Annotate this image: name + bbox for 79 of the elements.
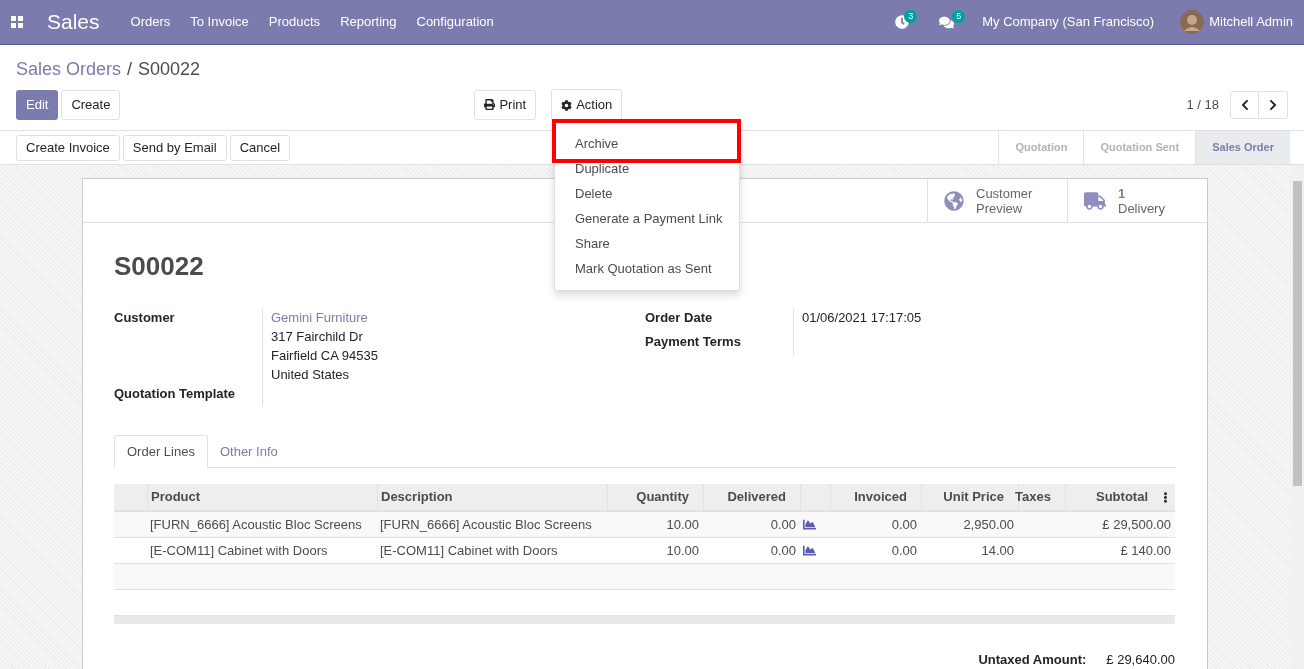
dropdown-item[interactable]: Share xyxy=(555,231,739,256)
gear-icon xyxy=(561,99,573,111)
dropdown-item[interactable]: Delete xyxy=(555,181,739,206)
header-button[interactable]: Send by Email xyxy=(122,134,227,161)
dropdown-item[interactable]: Generate a Payment Link xyxy=(555,206,739,231)
header-button[interactable]: Create Invoice xyxy=(16,134,120,161)
field-value: 01/06/2021 17:17:05 xyxy=(802,310,922,325)
table-cell-text: 10.00 xyxy=(665,515,700,534)
table-cell-text: 0.00 xyxy=(890,515,918,534)
create-button[interactable]: Create xyxy=(61,89,121,120)
smart-button-label: Preview xyxy=(976,200,1024,216)
notebook-tab[interactable]: Other Info xyxy=(207,435,290,468)
table-cell-text: [FURN_6666] Acoustic Bloc Screens xyxy=(149,515,363,534)
smart-button[interactable]: Customer Preview xyxy=(927,179,1067,222)
smart-button-label: Delivery xyxy=(1118,200,1165,216)
forecast-chart-icon[interactable] xyxy=(803,544,816,557)
column-header[interactable]: Invoiced xyxy=(830,484,921,510)
column-header[interactable]: Description xyxy=(377,484,607,510)
activity-badge: 3 xyxy=(904,10,918,23)
customer-link[interactable]: Gemini Furniture xyxy=(271,308,378,327)
column-header[interactable]: Delivered xyxy=(703,484,800,510)
address-line: Fairfield CA 94535 xyxy=(271,347,378,365)
address-line: 317 Fairchild Dr xyxy=(271,328,364,346)
truck-icon xyxy=(1084,189,1106,212)
chevron-right-icon xyxy=(1267,98,1279,111)
notebook-tab[interactable]: Order Lines xyxy=(114,435,208,468)
dropdown-item[interactable]: Archive xyxy=(555,131,739,156)
dropdown-item[interactable]: Duplicate xyxy=(555,156,739,181)
address-line: United States xyxy=(271,366,351,384)
field-label: Order Date xyxy=(645,309,714,327)
column-header[interactable]: Subtotal xyxy=(1096,487,1148,507)
table-cell-text: 0.00 xyxy=(769,515,797,534)
pager-value: 1 / 18 xyxy=(1186,95,1219,114)
total-label: Untaxed Amount: xyxy=(978,651,1087,669)
menu-item[interactable]: To Invoice xyxy=(190,12,249,32)
header-button[interactable]: Cancel xyxy=(229,134,291,161)
column-header[interactable]: Product xyxy=(147,484,377,510)
printer-icon xyxy=(484,99,496,110)
smart-button-value: 1 xyxy=(1118,185,1127,201)
menu-item[interactable]: Configuration xyxy=(416,12,494,32)
menu-item[interactable]: Reporting xyxy=(340,12,397,32)
menu-item[interactable]: Products xyxy=(268,12,321,32)
table-cell-text: 14.00 xyxy=(980,541,1015,560)
apps-grid-icon[interactable] xyxy=(11,16,23,28)
previous-button[interactable] xyxy=(1230,90,1259,119)
smart-button-value: Customer xyxy=(976,185,1033,201)
dropdown-item[interactable]: Mark Quotation as Sent xyxy=(555,256,739,281)
field-label: Payment Terms xyxy=(645,333,742,351)
table-cell-text: 0.00 xyxy=(890,541,918,560)
forecast-chart-icon[interactable] xyxy=(803,518,816,531)
smart-button[interactable]: 1 Delivery xyxy=(1067,179,1207,222)
breadcrumb-link[interactable]: Sales Orders xyxy=(16,55,122,83)
globe-icon xyxy=(944,190,964,211)
messages-badge: 5 xyxy=(952,9,966,23)
user-menu[interactable]: Mitchell Admin xyxy=(1209,12,1293,32)
company-switcher[interactable]: My Company (San Francisco) xyxy=(982,12,1155,32)
field-label: Quotation Template xyxy=(114,385,237,403)
table-cell-text: £ 140.00 xyxy=(1119,541,1172,560)
table-cell-text: 2,950.00 xyxy=(962,515,1015,534)
breadcrumb-text: / xyxy=(127,57,133,81)
menu-item[interactable]: Orders xyxy=(130,12,171,32)
order-number: S00022 xyxy=(114,250,204,283)
table-cell-text: [E-COM11] Cabinet with Doors xyxy=(379,541,559,560)
messages-icon[interactable] xyxy=(939,14,955,30)
action-button[interactable]: Action xyxy=(551,89,623,120)
app-title[interactable]: Sales xyxy=(47,6,100,38)
scrollbar[interactable] xyxy=(1290,165,1304,669)
table-cell-text: 0.00 xyxy=(769,541,797,560)
table-cell-text: £ 29,500.00 xyxy=(1101,515,1172,534)
table-cell-text: [E-COM11] Cabinet with Doors xyxy=(149,541,329,560)
field-label: Customer xyxy=(114,309,176,327)
table-cell-text: 10.00 xyxy=(665,541,700,560)
column-header[interactable]: Quantity xyxy=(607,484,703,510)
next-button[interactable] xyxy=(1259,90,1288,119)
total-value: £ 29,640.00 xyxy=(1106,651,1175,669)
print-button[interactable]: Print xyxy=(474,89,537,120)
breadcrumb-text: S00022 xyxy=(138,57,201,81)
table-cell-text: [FURN_6666] Acoustic Bloc Screens xyxy=(379,515,593,534)
edit-button[interactable]: Edit xyxy=(16,89,59,120)
